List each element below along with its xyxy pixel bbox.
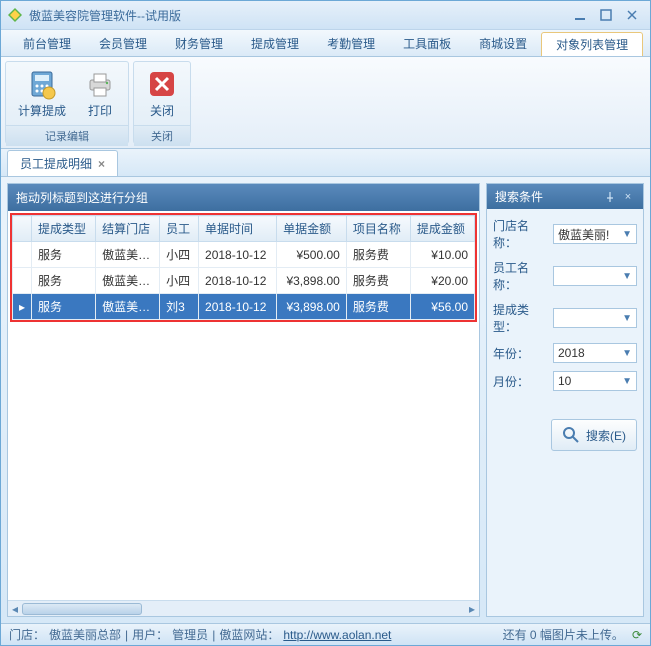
ribbon-button-label: 打印 bbox=[88, 102, 112, 119]
menu-item-7[interactable]: 对象列表管理 bbox=[541, 32, 643, 56]
menubar: 前台管理会员管理财务管理提成管理考勤管理工具面板商城设置对象列表管理 bbox=[1, 29, 650, 57]
chevron-down-icon: ▼ bbox=[622, 313, 632, 324]
chevron-down-icon: ▼ bbox=[622, 271, 632, 282]
employee-combo[interactable]: ▼ bbox=[553, 266, 637, 286]
group-by-hint[interactable]: 拖动列标题到这进行分组 bbox=[8, 184, 479, 211]
document-tab[interactable]: 员工提成明细 × bbox=[7, 150, 118, 176]
search-button[interactable]: 搜索(E) bbox=[551, 419, 637, 451]
search-panel: 搜索条件 × 门店名称：傲蓝美丽!▼ 员工名称： ▼ 提成类型： ▼ 年份：2018… bbox=[486, 183, 644, 617]
column-header[interactable]: 员工 bbox=[160, 216, 199, 242]
commission-grid[interactable]: 提成类型结算门店员工单据时间单据金额项目名称提成金额 服务傲蓝美…小四2018-… bbox=[12, 215, 475, 320]
grid-horizontal-scrollbar[interactable]: ◂ ▸ bbox=[8, 600, 479, 616]
menu-item-0[interactable]: 前台管理 bbox=[9, 30, 85, 56]
store-combo[interactable]: 傲蓝美丽!▼ bbox=[553, 224, 637, 244]
magnifier-icon bbox=[562, 426, 580, 444]
statusbar: 门店： 傲蓝美丽总部 | 用户： 管理员 | 傲蓝网站： http://www.… bbox=[1, 623, 650, 645]
table-row[interactable]: ▸服务傲蓝美…刘32018-10-12¥3,898.00服务费¥56.00 bbox=[13, 294, 475, 320]
close-icon bbox=[146, 68, 178, 100]
month-label: 月份： bbox=[493, 373, 549, 390]
scroll-left-arrow-icon[interactable]: ◂ bbox=[8, 601, 22, 617]
ribbon-close-button[interactable]: 关闭 bbox=[142, 66, 182, 121]
column-header[interactable]: 提成类型 bbox=[32, 216, 96, 242]
chevron-down-icon: ▼ bbox=[622, 348, 632, 359]
status-right: 还有 0 幅图片未上传。 bbox=[503, 626, 624, 643]
document-tab-label: 员工提成明细 bbox=[20, 155, 92, 172]
menu-item-5[interactable]: 工具面板 bbox=[389, 30, 465, 56]
status-user: 管理员 bbox=[172, 626, 208, 643]
status-store: 傲蓝美丽总部 bbox=[49, 626, 121, 643]
menu-item-6[interactable]: 商城设置 bbox=[465, 30, 541, 56]
search-button-label: 搜索(E) bbox=[586, 427, 626, 444]
collapse-icon[interactable]: × bbox=[621, 190, 635, 204]
table-row[interactable]: 服务傲蓝美…小四2018-10-12¥500.00服务费¥10.00 bbox=[13, 242, 475, 268]
column-header[interactable]: 单据金额 bbox=[277, 216, 347, 242]
column-header[interactable]: 单据时间 bbox=[199, 216, 277, 242]
menu-item-3[interactable]: 提成管理 bbox=[237, 30, 313, 56]
scroll-thumb[interactable] bbox=[22, 603, 142, 615]
menu-item-4[interactable]: 考勤管理 bbox=[313, 30, 389, 56]
status-store-label: 门店： bbox=[9, 626, 45, 643]
column-header[interactable]: 项目名称 bbox=[346, 216, 410, 242]
close-window-button[interactable] bbox=[620, 6, 644, 24]
chevron-down-icon: ▼ bbox=[622, 229, 632, 240]
ribbon: 计算提成打印记录编辑关闭关闭 bbox=[1, 57, 650, 149]
status-site-label: 傲蓝网站： bbox=[219, 626, 279, 643]
ribbon-group-label: 记录编辑 bbox=[6, 125, 128, 146]
status-refresh-icon[interactable]: ⟳ bbox=[632, 628, 642, 642]
tab-close-icon[interactable]: × bbox=[98, 157, 105, 171]
status-site-link[interactable]: http://www.aolan.net bbox=[283, 628, 391, 642]
store-label: 门店名称： bbox=[493, 217, 549, 251]
grid-panel: 拖动列标题到这进行分组 提成类型结算门店员工单据时间单据金额项目名称提成金额 服… bbox=[7, 183, 480, 617]
column-header[interactable]: 提成金额 bbox=[410, 216, 474, 242]
ribbon-group-label: 关闭 bbox=[134, 125, 190, 146]
type-combo[interactable]: ▼ bbox=[553, 308, 637, 328]
type-label: 提成类型： bbox=[493, 301, 549, 335]
chevron-down-icon: ▼ bbox=[622, 376, 632, 387]
search-panel-header: 搜索条件 × bbox=[487, 184, 643, 209]
maximize-button[interactable] bbox=[594, 6, 618, 24]
scroll-right-arrow-icon[interactable]: ▸ bbox=[465, 601, 479, 617]
year-combo[interactable]: 2018▼ bbox=[553, 343, 637, 363]
table-row[interactable]: 服务傲蓝美…小四2018-10-12¥3,898.00服务费¥20.00 bbox=[13, 268, 475, 294]
month-combo[interactable]: 10▼ bbox=[553, 371, 637, 391]
menu-item-1[interactable]: 会员管理 bbox=[85, 30, 161, 56]
ribbon-print-button[interactable]: 打印 bbox=[80, 66, 120, 121]
ribbon-calc-button[interactable]: 计算提成 bbox=[14, 66, 70, 121]
window-title: 傲蓝美容院管理软件--试用版 bbox=[29, 7, 568, 24]
employee-label: 员工名称： bbox=[493, 259, 549, 293]
calc-icon bbox=[26, 68, 58, 100]
pin-icon[interactable] bbox=[603, 190, 617, 204]
status-user-label: 用户： bbox=[132, 626, 168, 643]
ribbon-button-label: 计算提成 bbox=[18, 102, 66, 119]
search-panel-title: 搜索条件 bbox=[495, 188, 599, 205]
ribbon-button-label: 关闭 bbox=[150, 102, 174, 119]
menu-item-2[interactable]: 财务管理 bbox=[161, 30, 237, 56]
document-tabbar: 员工提成明细 × bbox=[1, 149, 650, 177]
column-header[interactable]: 结算门店 bbox=[96, 216, 160, 242]
year-label: 年份： bbox=[493, 345, 549, 362]
minimize-button[interactable] bbox=[568, 6, 592, 24]
titlebar: 傲蓝美容院管理软件--试用版 bbox=[1, 1, 650, 29]
print-icon bbox=[84, 68, 116, 100]
app-logo-icon bbox=[7, 7, 23, 23]
